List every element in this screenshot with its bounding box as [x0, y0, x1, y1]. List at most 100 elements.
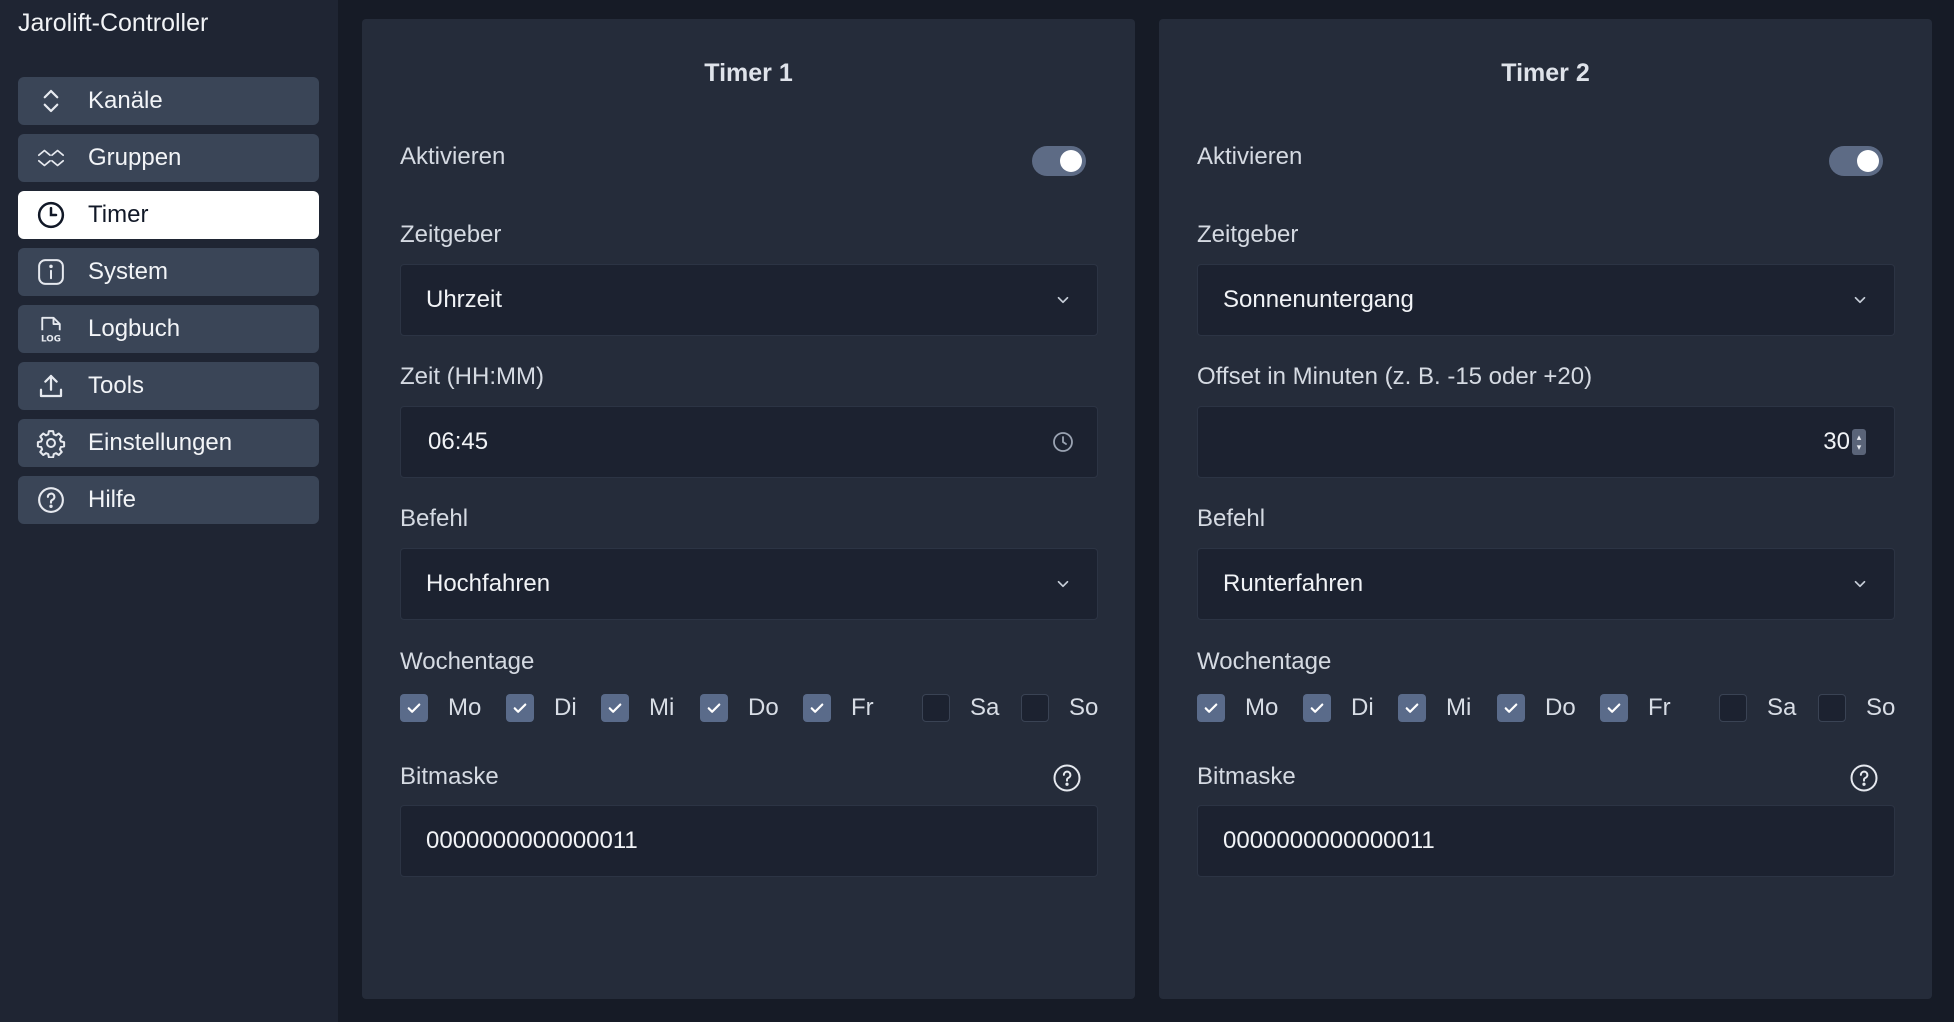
trigger-value: Sonnenuntergang	[1223, 286, 1414, 313]
bitmask-value: 0000000000000011	[1223, 827, 1435, 854]
command-value: Hochfahren	[426, 570, 551, 597]
spinner-down-icon[interactable]: ▾	[1857, 442, 1862, 452]
day-checkbox-mo[interactable]: Mo	[400, 692, 481, 724]
day-checkbox-di[interactable]: Di	[506, 692, 577, 724]
chevron-down-icon	[1043, 564, 1083, 604]
timer-2-panel: Timer 2 Aktivieren Zeitgeber Sonnenunter…	[1159, 19, 1932, 999]
log-file-icon: LOG	[34, 312, 68, 346]
help-icon[interactable]	[1849, 763, 1879, 793]
checkbox-checked[interactable]	[506, 694, 534, 722]
gear-icon	[34, 426, 68, 460]
toggle-knob	[1060, 150, 1082, 172]
panel-title: Timer 1	[704, 59, 793, 87]
checkbox-checked[interactable]	[1398, 694, 1426, 722]
day-checkbox-fr[interactable]: Fr	[803, 692, 874, 724]
chevron-down-icon	[1840, 280, 1880, 320]
sidebar-item-label: Gruppen	[88, 144, 182, 171]
sidebar-item-label: Logbuch	[88, 315, 181, 342]
trigger-value: Uhrzeit	[426, 286, 503, 313]
sidebar-item-label: System	[88, 258, 169, 285]
checkbox-checked[interactable]	[1303, 694, 1331, 722]
svg-text:LOG: LOG	[41, 335, 61, 345]
time-label: Zeit (HH:MM)	[400, 363, 544, 390]
day-label: Sa	[970, 694, 1000, 721]
checkbox-checked[interactable]	[700, 694, 728, 722]
checkbox-checked[interactable]	[803, 694, 831, 722]
clock-icon	[34, 198, 68, 232]
day-checkbox-sa[interactable]: Sa	[922, 692, 999, 724]
enable-toggle[interactable]	[1032, 146, 1086, 176]
sidebar-item-kanaele[interactable]: Kanäle	[18, 77, 319, 125]
offset-input[interactable]: 30 ▴ ▾	[1197, 406, 1895, 478]
sidebar-item-timer[interactable]: Timer	[18, 191, 319, 239]
bitmask-label: Bitmaske	[1197, 763, 1296, 790]
number-spinner[interactable]: ▴ ▾	[1852, 429, 1866, 455]
help-icon[interactable]	[1052, 763, 1082, 793]
command-label: Befehl	[1197, 505, 1266, 532]
checkbox-checked[interactable]	[601, 694, 629, 722]
checkbox-unchecked[interactable]	[1719, 694, 1747, 722]
sidebar-item-gruppen[interactable]: Gruppen	[18, 134, 319, 182]
bitmask-input[interactable]: 0000000000000011	[400, 805, 1098, 877]
day-checkbox-di[interactable]: Di	[1303, 692, 1374, 724]
sidebar-nav: Kanäle Gruppen Timer System LOG Logbuch	[18, 77, 319, 533]
checkbox-unchecked[interactable]	[1818, 694, 1846, 722]
offset-label: Offset in Minuten (z. B. -15 oder +20)	[1197, 363, 1593, 390]
day-checkbox-so[interactable]: So	[1021, 692, 1098, 724]
day-label: Fr	[1648, 694, 1671, 721]
checkbox-checked[interactable]	[400, 694, 428, 722]
sidebar-item-logbuch[interactable]: LOG Logbuch	[18, 305, 319, 353]
day-label: Mo	[1245, 694, 1279, 721]
command-select[interactable]: Hochfahren	[400, 548, 1098, 620]
chevron-down-icon	[1840, 564, 1880, 604]
sidebar-item-einstellungen[interactable]: Einstellungen	[18, 419, 319, 467]
info-icon	[34, 255, 68, 289]
command-select[interactable]: Runterfahren	[1197, 548, 1895, 620]
day-label: Do	[748, 694, 779, 721]
day-label: Di	[554, 694, 577, 721]
sidebar-item-label: Timer	[88, 201, 149, 228]
day-checkbox-do[interactable]: Do	[1497, 692, 1576, 724]
sidebar-item-system[interactable]: System	[18, 248, 319, 296]
bitmask-label: Bitmaske	[400, 763, 499, 790]
weekday-checkboxes: Mo Di Mi Do Fr Sa So	[400, 692, 1100, 728]
day-checkbox-so[interactable]: So	[1818, 692, 1895, 724]
day-label: Fr	[851, 694, 874, 721]
sidebar-item-label: Tools	[88, 372, 145, 399]
weekdays-label: Wochentage	[1197, 648, 1332, 675]
time-input[interactable]: 06:45	[400, 406, 1098, 478]
day-checkbox-mo[interactable]: Mo	[1197, 692, 1278, 724]
sidebar-item-hilfe[interactable]: Hilfe	[18, 476, 319, 524]
checkbox-unchecked[interactable]	[922, 694, 950, 722]
bitmask-input[interactable]: 0000000000000011	[1197, 805, 1895, 877]
checkbox-unchecked[interactable]	[1021, 694, 1049, 722]
enable-label: Aktivieren	[1197, 143, 1303, 170]
spinner-up-icon[interactable]: ▴	[1857, 432, 1862, 442]
day-checkbox-do[interactable]: Do	[700, 692, 779, 724]
day-label: Mo	[448, 694, 482, 721]
sidebar-item-label: Kanäle	[88, 87, 163, 114]
trigger-select[interactable]: Sonnenuntergang	[1197, 264, 1895, 336]
checkbox-checked[interactable]	[1497, 694, 1525, 722]
clock-icon[interactable]	[1043, 422, 1083, 462]
sidebar: Jarolift-Controller Kanäle Gruppen Timer…	[0, 0, 338, 1022]
trigger-label: Zeitgeber	[400, 221, 502, 248]
enable-label: Aktivieren	[400, 143, 506, 170]
trigger-select[interactable]: Uhrzeit	[400, 264, 1098, 336]
double-chevron-icon	[34, 141, 68, 175]
enable-toggle[interactable]	[1829, 146, 1883, 176]
sidebar-item-label: Hilfe	[88, 486, 137, 513]
upload-icon	[34, 369, 68, 403]
day-label: Do	[1545, 694, 1576, 721]
day-label: Mi	[649, 694, 675, 721]
day-checkbox-fr[interactable]: Fr	[1600, 692, 1671, 724]
day-checkbox-mi[interactable]: Mi	[1398, 692, 1471, 724]
checkbox-checked[interactable]	[1197, 694, 1225, 722]
day-checkbox-mi[interactable]: Mi	[601, 692, 674, 724]
day-label: Mi	[1446, 694, 1472, 721]
day-checkbox-sa[interactable]: Sa	[1719, 692, 1796, 724]
time-value: 06:45	[428, 428, 489, 455]
checkbox-checked[interactable]	[1600, 694, 1628, 722]
sidebar-item-tools[interactable]: Tools	[18, 362, 319, 410]
day-label: Sa	[1767, 694, 1797, 721]
